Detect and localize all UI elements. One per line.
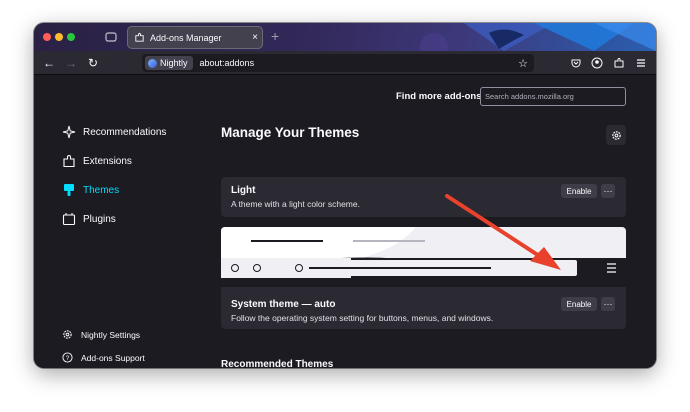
back-arrow-icon[interactable]: ← (42, 56, 56, 70)
menu-icon[interactable] (635, 57, 647, 69)
bookmark-star-icon[interactable]: ☆ (516, 57, 530, 70)
page-title: Manage Your Themes (221, 125, 360, 140)
account-icon[interactable] (591, 57, 603, 69)
theme-preview-image (221, 227, 626, 287)
sidebar-item-themes[interactable]: Themes (62, 183, 119, 197)
window-zoom-button[interactable] (67, 33, 75, 41)
window-minimize-button[interactable] (55, 33, 63, 41)
nav-toolbar: ← → ↻ Nightly about:addons ☆ (34, 51, 656, 75)
sidebar-item-label: Extensions (83, 155, 132, 167)
sidebar-item-plugins[interactable]: Plugins (62, 212, 116, 226)
recommended-themes-heading: Recommended Themes (221, 359, 334, 368)
pocket-icon[interactable] (570, 57, 582, 69)
theme-card-system: System theme — auto Follow the operating… (221, 227, 626, 329)
nightly-settings-link[interactable]: Nightly Settings (62, 329, 140, 340)
more-options-button[interactable]: ··· (601, 297, 615, 311)
help-icon: ? (62, 352, 73, 363)
browser-window: Add-ons Manager × + ← → ↻ Nightly about:… (34, 23, 656, 368)
sidebar-item-extensions[interactable]: Extensions (62, 154, 132, 168)
theme-card-light: Light A theme with a light color scheme.… (221, 177, 626, 217)
puzzle-icon (63, 155, 75, 168)
gear-icon (63, 330, 72, 339)
sidebar-item-label: Themes (83, 184, 120, 196)
url-bar[interactable]: Nightly about:addons ☆ (142, 54, 534, 72)
nightly-logo-icon (148, 58, 157, 68)
theme-description: Follow the operating system setting for … (231, 313, 494, 323)
url-text[interactable]: about:addons (200, 58, 516, 68)
theme-name: Light (231, 185, 256, 196)
tab-overview-icon[interactable] (104, 30, 118, 44)
nightly-settings-label: Nightly Settings (81, 329, 141, 340)
tab-title: Add-ons Manager (150, 32, 222, 43)
addons-search-input[interactable] (480, 87, 626, 106)
sidebar-item-label: Recommendations (83, 126, 167, 138)
plugin-icon (62, 213, 76, 226)
brush-icon (64, 184, 74, 196)
window-close-button[interactable] (43, 33, 51, 41)
addons-support-label: Add-ons Support (81, 352, 145, 363)
reload-icon[interactable]: ↻ (86, 56, 100, 70)
tab-addons-manager[interactable]: Add-ons Manager × (127, 26, 263, 49)
gear-icon (611, 130, 621, 140)
tab-bar: Add-ons Manager × + (34, 23, 656, 51)
addons-support-link[interactable]: ? Add-ons Support (62, 352, 145, 363)
identity-box[interactable]: Nightly (145, 56, 193, 70)
puzzle-icon (135, 32, 144, 42)
addons-page: Find more add-ons Recommendations Extens… (34, 75, 656, 368)
extensions-icon[interactable] (613, 57, 625, 69)
close-tab-icon[interactable]: × (248, 32, 262, 43)
forward-arrow-icon[interactable]: → (64, 56, 78, 70)
sparkle-icon (62, 125, 76, 139)
theme-name: System theme — auto (231, 299, 336, 310)
tools-menu-button[interactable] (606, 125, 626, 145)
identity-label: Nightly (160, 58, 188, 68)
new-tab-button[interactable]: + (271, 29, 279, 43)
theme-description: A theme with a light color scheme. (231, 199, 360, 209)
enable-button[interactable]: Enable (561, 184, 597, 198)
more-options-button[interactable]: ··· (601, 184, 615, 198)
enable-button[interactable]: Enable (561, 297, 597, 311)
sidebar-item-label: Plugins (83, 213, 116, 225)
svg-text:?: ? (66, 355, 70, 362)
sidebar-item-recommendations[interactable]: Recommendations (62, 125, 166, 139)
find-more-addons-label: Find more add-ons (396, 91, 482, 102)
